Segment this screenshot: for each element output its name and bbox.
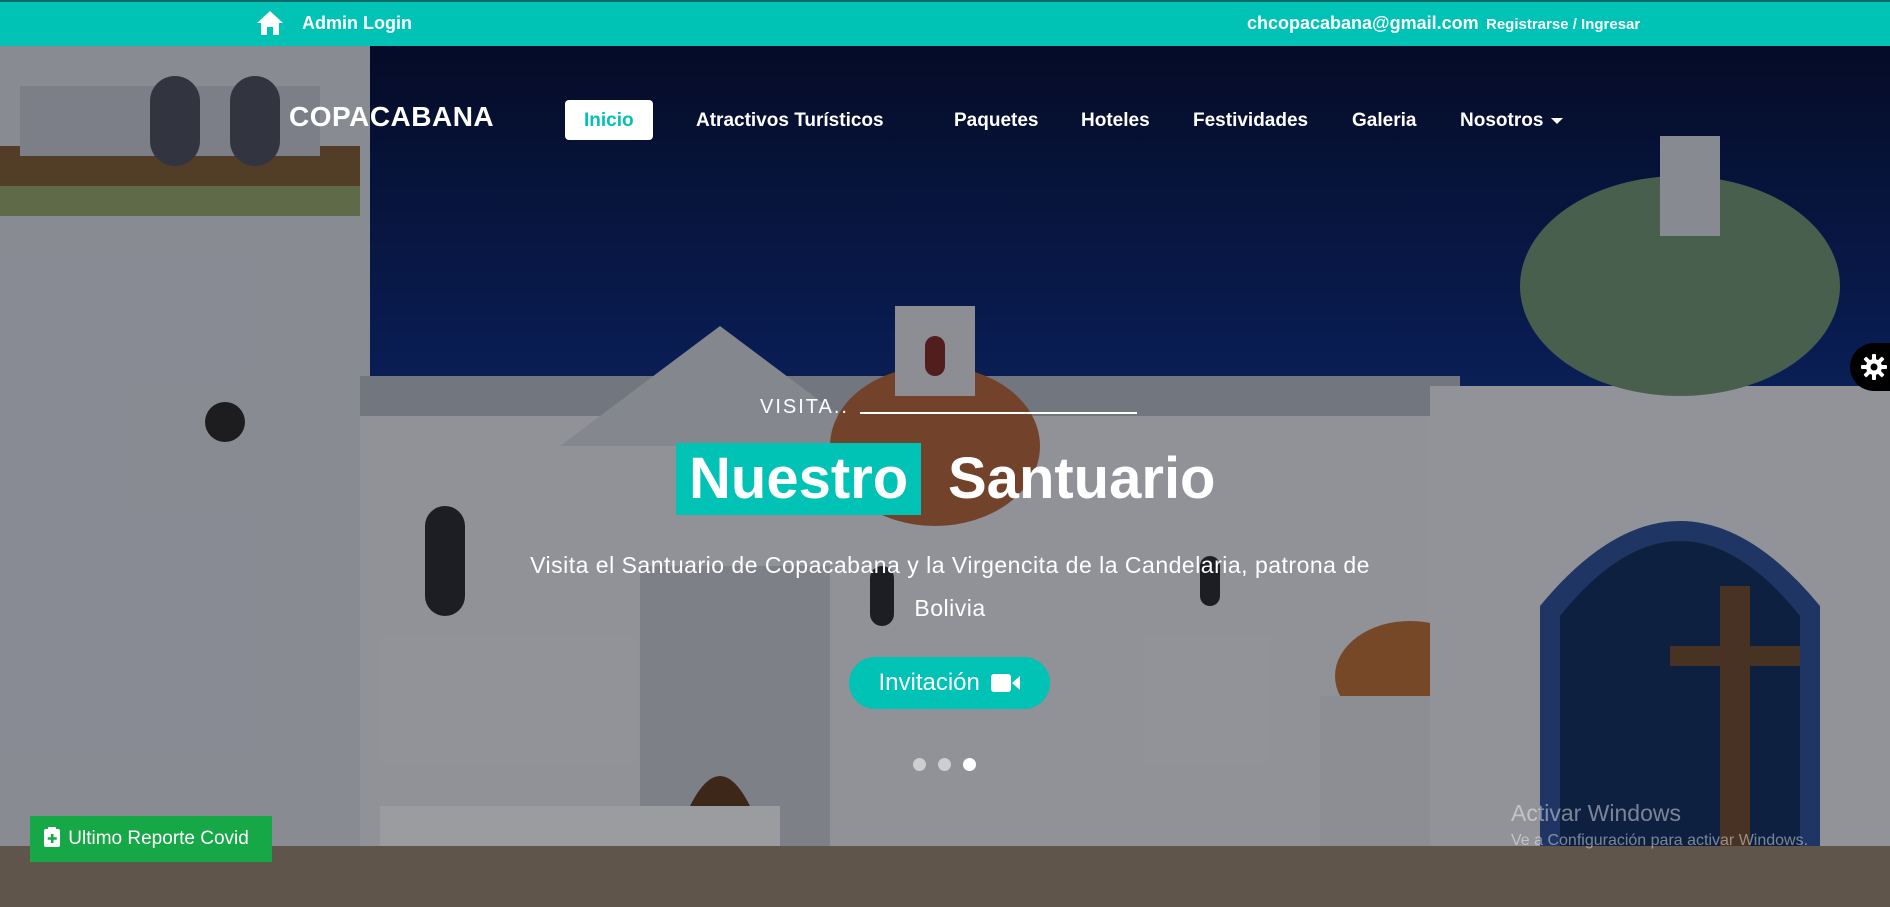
hero-overlay [0,46,1890,907]
brand-logo[interactable]: COPACABANA [289,101,494,133]
nav-item-nosotros-label: Nosotros [1460,110,1544,131]
invitation-button[interactable]: Invitación [849,657,1050,709]
carousel-dot-2[interactable] [938,758,951,771]
hero-kicker: VISITA.. [760,396,849,418]
gear-icon [1861,354,1887,380]
carousel-dot-1[interactable] [913,758,926,771]
chevron-down-icon [1551,117,1564,124]
covid-report-label: Ultimo Reporte Covid [68,828,249,849]
nav-item-galeria[interactable]: Galeria [1352,100,1416,140]
contact-email[interactable]: chcopacabana@gmail.com [1247,13,1479,34]
nav-item-inicio[interactable]: Inicio [565,100,653,140]
hero-title-highlight: Nuestro [676,443,922,515]
windows-activation-title: Activar Windows [1511,800,1681,826]
hero-carousel [0,46,1890,907]
register-login-link[interactable]: Registrarse / Ingresar [1486,16,1640,33]
clipboard-plus-icon [44,827,60,847]
carousel-dot-3[interactable] [963,758,976,771]
hero-title-rest: Santuario [948,446,1216,511]
hero-subtitle-line1: Visita el Santuario de Copacabana y la V… [530,552,1370,578]
nav-item-nosotros[interactable]: Nosotros [1460,100,1564,140]
nav-item-festividades[interactable]: Festividades [1193,100,1308,140]
covid-report-button[interactable]: Ultimo Reporte Covid [30,816,272,862]
invitation-button-label: Invitación [878,669,980,696]
home-icon[interactable] [255,9,285,37]
settings-toggle[interactable] [1850,343,1890,391]
hero-subtitle-line2: Bolivia [914,595,986,621]
kicker-divider [860,412,1137,414]
top-bar: Admin Login chcopacabana@gmail.com Regis… [0,0,1890,46]
nav-item-hoteles[interactable]: Hoteles [1081,100,1150,140]
hero-subtitle: Visita el Santuario de Copacabana y la V… [480,544,1420,630]
nav-item-atractivos[interactable]: Atractivos Turísticos [696,100,884,140]
admin-login-link[interactable]: Admin Login [302,13,412,34]
nav-item-paquetes[interactable]: Paquetes [954,100,1038,140]
video-camera-icon [990,674,1020,692]
windows-activation-hint: Ve a Configuración para activar Windows. [1511,832,1809,849]
